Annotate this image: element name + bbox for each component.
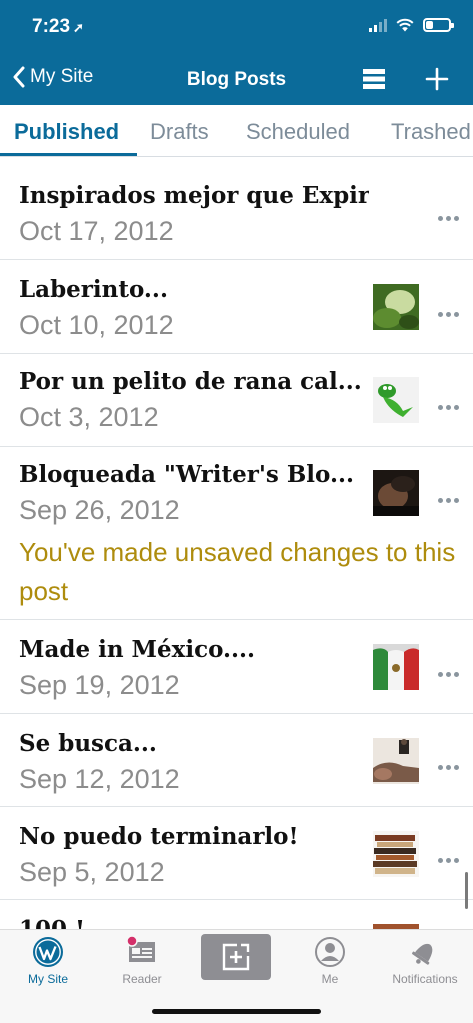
chevron-left-icon (13, 66, 25, 88)
post-row[interactable]: Bloqueada "Writer's Blo... Sep 26, 2012 … (0, 447, 473, 620)
tab-me[interactable]: Me (283, 936, 377, 986)
more-options-icon[interactable] (438, 850, 462, 863)
post-thumbnail (373, 284, 419, 330)
post-row[interactable]: No puedo terminarlo! Sep 5, 2012 (0, 807, 473, 900)
tab-my-site[interactable]: My Site (1, 936, 95, 986)
bell-icon (412, 943, 433, 965)
new-post-button[interactable] (201, 934, 271, 980)
post-status-tabs: Published Drafts Scheduled Trashed (0, 105, 473, 157)
post-title: Se busca... (19, 730, 157, 757)
active-tab-indicator (0, 153, 137, 156)
post-row[interactable]: Por un pelito de rana cal... Oct 3, 2012 (0, 354, 473, 447)
post-date: Sep 12, 2012 (19, 764, 180, 794)
tab-scheduled[interactable]: Scheduled (246, 119, 350, 145)
tab-notifications-label: Notifications (392, 972, 458, 986)
home-indicator (152, 1009, 321, 1014)
post-row[interactable]: 100 ! (0, 900, 473, 929)
status-time: 7:23 ➚ (32, 16, 84, 38)
post-date: Oct 3, 2012 (19, 402, 159, 432)
wifi-icon (396, 18, 414, 32)
tab-notifications[interactable]: Notifications (378, 936, 472, 986)
battery-icon (423, 18, 454, 32)
tab-drafts[interactable]: Drafts (150, 119, 209, 145)
post-thumbnail (373, 831, 419, 877)
post-title: Made in México.... (19, 636, 256, 663)
back-label: My Site (30, 66, 94, 87)
post-date: Sep 26, 2012 (19, 495, 180, 525)
post-date: Oct 17, 2012 (19, 216, 174, 246)
reader-icon (126, 936, 155, 962)
more-options-icon[interactable] (438, 490, 462, 503)
list-view-icon[interactable] (362, 67, 386, 91)
scrollbar[interactable] (465, 872, 468, 909)
more-options-icon[interactable] (438, 757, 462, 770)
post-date: Sep 5, 2012 (19, 857, 165, 887)
post-row[interactable]: Made in México.... Sep 19, 2012 (0, 620, 473, 714)
post-title: No puedo terminarlo! (19, 823, 299, 850)
post-title: Por un pelito de rana cal... (19, 368, 362, 395)
post-list[interactable]: Inspirados mejor que Expir... Oct 17, 20… (0, 162, 473, 929)
post-title: Inspirados mejor que Expir... (19, 182, 369, 209)
unsaved-changes-warning: You've made unsaved changes to this post (19, 537, 456, 606)
top-bar: 7:23 ➚ My Site Blog Posts (0, 0, 473, 105)
more-options-icon[interactable] (438, 304, 462, 317)
post-thumbnail (373, 377, 419, 423)
status-icons (369, 18, 454, 32)
post-title: Bloqueada "Writer's Blo... (19, 461, 354, 488)
post-row[interactable]: Inspirados mejor que Expir... Oct 17, 20… (0, 162, 473, 260)
post-thumbnail (373, 470, 419, 516)
post-date: Oct 10, 2012 (19, 310, 174, 340)
me-icon (315, 937, 345, 967)
status-time-text: 7:23 (32, 16, 71, 37)
new-post-icon (222, 943, 250, 971)
post-row[interactable]: Se busca... Sep 12, 2012 (0, 714, 473, 807)
location-arrow-icon: ➚ (73, 20, 84, 35)
more-options-icon[interactable] (438, 208, 462, 221)
more-options-icon[interactable] (438, 397, 462, 410)
tab-published[interactable]: Published (14, 119, 119, 145)
tab-my-site-label: My Site (27, 972, 68, 986)
more-options-icon[interactable] (438, 664, 462, 677)
cellular-signal-icon (369, 18, 387, 32)
post-thumbnail (373, 738, 419, 784)
post-date: Sep 19, 2012 (19, 670, 180, 700)
add-post-icon[interactable] (425, 67, 449, 91)
tab-me-label: Me (321, 972, 339, 986)
wordpress-icon (33, 937, 63, 967)
post-thumbnail (373, 644, 419, 690)
post-title: 100 ! (19, 916, 85, 929)
tab-trashed[interactable]: Trashed (391, 119, 471, 145)
tab-reader[interactable]: Reader (95, 936, 189, 986)
tab-reader-label: Reader (122, 972, 162, 986)
post-row[interactable]: Laberinto... Oct 10, 2012 (0, 260, 473, 354)
post-title: Laberinto... (19, 276, 168, 303)
back-button[interactable]: My Site (12, 66, 93, 88)
